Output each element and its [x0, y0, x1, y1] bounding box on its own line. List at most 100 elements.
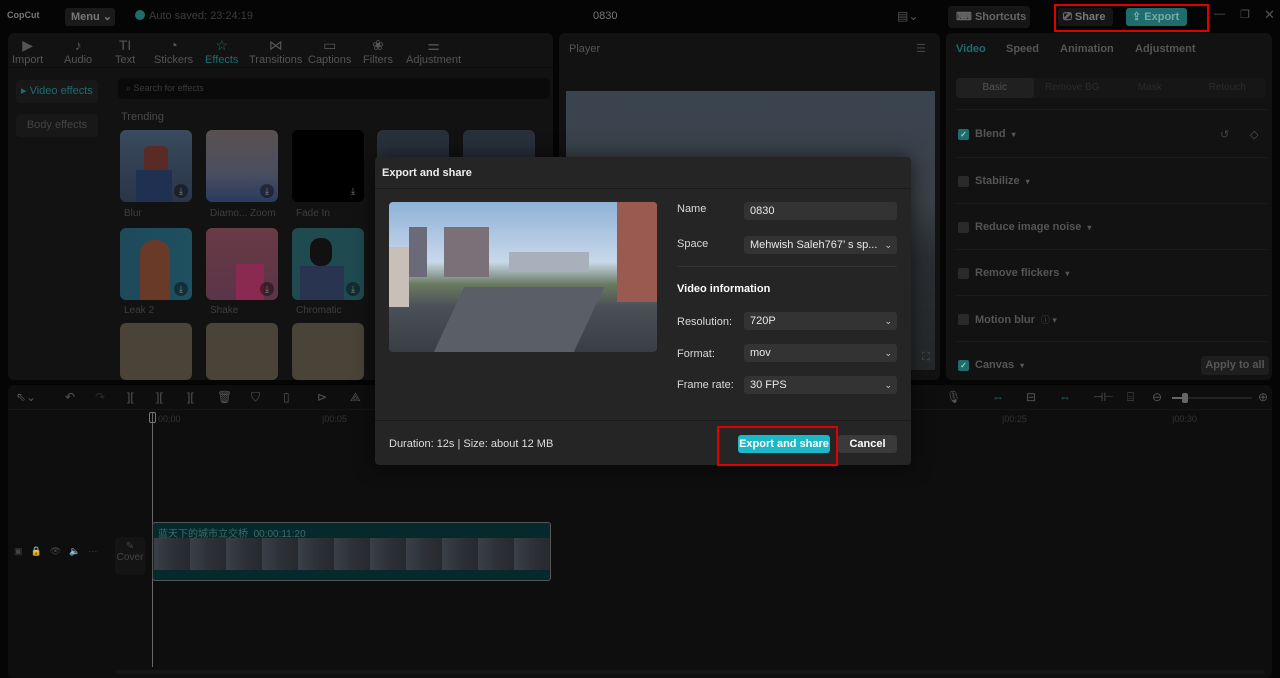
apply-to-all-button[interactable]: Apply to all: [1201, 356, 1269, 375]
tab-speed[interactable]: Speed: [1006, 43, 1039, 55]
split-right-icon[interactable]: ][: [187, 390, 194, 404]
stabilize-row[interactable]: Stabilize ▾: [958, 175, 1030, 187]
effect-leak-2[interactable]: ⤓: [120, 228, 192, 300]
effect-diamond-zoom[interactable]: ⤓: [206, 130, 278, 202]
tab-video[interactable]: Video: [956, 43, 986, 55]
main-track-magnet-icon[interactable]: ⇔: [992, 390, 1004, 404]
flickers-row[interactable]: Remove flickers ▾: [958, 267, 1069, 279]
keyframe-icon[interactable]: ◇: [1250, 128, 1258, 141]
tab-label: Filters: [363, 54, 393, 66]
delete-icon[interactable]: 🗑: [217, 390, 232, 404]
tab-text[interactable]: TI Text: [115, 36, 135, 66]
preview-axis-icon[interactable]: ⊣⊢: [1093, 390, 1114, 404]
fullscreen-icon[interactable]: ⛶: [922, 351, 930, 364]
download-icon[interactable]: ⤓: [346, 282, 360, 296]
help-icon[interactable]: ⓘ ▾: [1041, 313, 1057, 326]
playhead-handle[interactable]: [149, 412, 156, 423]
tab-adjustment-panel[interactable]: Adjustment: [1135, 43, 1196, 55]
noise-row[interactable]: Reduce image noise ▾: [958, 221, 1091, 233]
tab-transitions[interactable]: ⋈ Transitions: [249, 36, 302, 66]
auto-snap-icon[interactable]: ⊟: [1026, 390, 1036, 404]
format-select[interactable]: mov ⌄: [744, 344, 897, 362]
split-icon[interactable]: ][: [127, 390, 134, 404]
crop-icon[interactable]: ▯: [283, 390, 290, 404]
player-menu-icon[interactable]: ☰: [916, 42, 926, 55]
autosave-text: Auto saved: 23:24:19: [149, 10, 253, 22]
search-input[interactable]: ⌕ Search for effects: [118, 78, 550, 99]
zoom-slider[interactable]: [1172, 393, 1252, 403]
sidebar-item-video-effects[interactable]: ▸ Video effects: [16, 80, 98, 103]
reset-icon[interactable]: ↺: [1220, 128, 1229, 141]
timeline-scrollbar[interactable]: [115, 670, 1265, 674]
minimize-icon[interactable]: —: [1214, 8, 1225, 20]
link-icon[interactable]: ⇔: [1059, 390, 1071, 404]
download-icon[interactable]: ⤓: [174, 282, 188, 296]
sidebar-item-body-effects[interactable]: Body effects: [16, 114, 98, 137]
motion-blur-row[interactable]: Motion blur ⓘ ▾: [958, 313, 1057, 326]
undo-icon[interactable]: ↶: [65, 390, 75, 404]
maximize-icon[interactable]: ❐: [1240, 8, 1250, 21]
download-icon[interactable]: ⤓: [346, 184, 360, 198]
resolution-select[interactable]: 720P ⌄: [744, 312, 897, 330]
tab-adjustment[interactable]: ⚌ Adjustment: [406, 36, 461, 66]
video-clip[interactable]: 蓝天下的城市立交桥 00:00:11:20: [152, 522, 551, 581]
subtab-remove-bg[interactable]: Remove BG: [1034, 78, 1112, 98]
checkbox-checked[interactable]: ✓: [958, 128, 969, 140]
effect-shake[interactable]: ⤓: [206, 228, 278, 300]
subtab-retouch[interactable]: Retouch: [1189, 78, 1267, 98]
microphone-icon[interactable]: 🎙: [946, 390, 961, 404]
zoom-fit-icon[interactable]: ⌸: [1127, 390, 1134, 405]
tab-audio[interactable]: ♪ Audio: [64, 36, 92, 66]
layout-icon[interactable]: ▤⌄: [897, 9, 918, 23]
redo-icon[interactable]: ↷: [95, 390, 105, 404]
marker-icon[interactable]: ⛉: [251, 390, 260, 405]
effect-chromatic[interactable]: ⤓: [292, 228, 364, 300]
subtab-mask[interactable]: Mask: [1111, 78, 1189, 98]
space-select[interactable]: Mehwish Saleh767’ s sp... ⌄: [744, 236, 897, 254]
blend-row[interactable]: ✓ Blend ▾: [958, 128, 1016, 140]
lock-icon[interactable]: 🔒: [31, 546, 50, 556]
menu-button[interactable]: Menu ⌄: [65, 8, 115, 26]
audio-icon: ♪: [74, 37, 82, 53]
checkbox-checked[interactable]: ✓: [958, 359, 969, 371]
effect-thumb[interactable]: [120, 323, 192, 380]
zoom-in-icon[interactable]: ⊕: [1258, 390, 1268, 404]
more-icon[interactable]: ⋯: [88, 546, 105, 556]
tab-captions[interactable]: ▭ Captions: [308, 36, 351, 66]
close-icon[interactable]: ✕: [1264, 7, 1275, 23]
shortcuts-button[interactable]: ⌨ Shortcuts: [948, 6, 1030, 28]
tab-stickers[interactable]: ◔ Stickers: [154, 36, 193, 66]
checkbox[interactable]: [958, 221, 969, 233]
visibility-icon[interactable]: 👁: [50, 546, 69, 556]
import-icon: ▶: [22, 37, 33, 53]
mirror-icon[interactable]: ⟁: [350, 390, 361, 405]
track-video-icon[interactable]: ▣: [14, 546, 31, 556]
effect-thumb[interactable]: [292, 323, 364, 380]
checkbox[interactable]: [958, 175, 969, 187]
cancel-button[interactable]: Cancel: [838, 435, 897, 453]
framerate-select[interactable]: 30 FPS ⌄: [744, 376, 897, 394]
tab-effects[interactable]: ☆ Effects: [205, 36, 238, 66]
zoom-out-icon[interactable]: ⊖: [1152, 390, 1162, 404]
download-icon[interactable]: ⤓: [174, 184, 188, 198]
download-icon[interactable]: ⤓: [260, 184, 274, 198]
tab-filters[interactable]: ❀ Filters: [363, 36, 393, 66]
download-icon[interactable]: ⤓: [260, 282, 274, 296]
effect-fade-in[interactable]: ⤓: [292, 130, 364, 202]
cover-button[interactable]: ✎ Cover: [115, 537, 145, 575]
subtab-basic[interactable]: Basic: [956, 78, 1034, 98]
checkbox[interactable]: [958, 267, 969, 279]
canvas-row[interactable]: ✓ Canvas ▾: [958, 359, 1024, 371]
effect-thumb[interactable]: [206, 323, 278, 380]
tab-import[interactable]: ▶ Import: [12, 36, 43, 66]
play-icon[interactable]: ⊳: [317, 390, 327, 404]
effect-blur[interactable]: ⤓: [120, 130, 192, 202]
tab-animation[interactable]: Animation: [1060, 43, 1114, 55]
name-input[interactable]: 0830: [744, 202, 897, 220]
highlight-box: [1054, 4, 1209, 32]
audio-icon[interactable]: 🔈: [69, 546, 88, 556]
checkbox[interactable]: [958, 314, 969, 325]
adjustment-icon: ⚌: [427, 37, 440, 53]
select-tool-icon[interactable]: ⇖⌄: [16, 390, 36, 404]
split-left-icon[interactable]: ][: [156, 390, 163, 404]
